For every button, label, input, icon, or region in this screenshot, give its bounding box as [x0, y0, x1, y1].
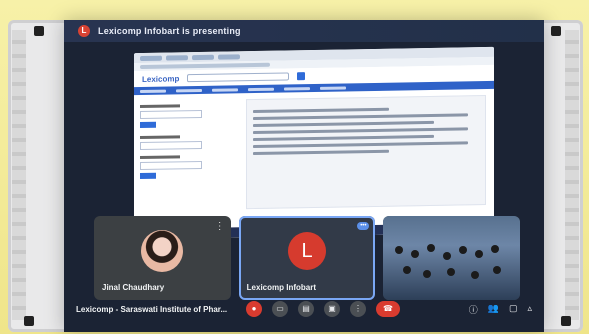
person-head	[427, 244, 436, 252]
board-corner-tl	[34, 26, 44, 36]
microphone-icon[interactable]: ●	[246, 301, 262, 317]
whiteboard-left-edge	[12, 30, 26, 320]
person-head	[447, 268, 456, 276]
person-head	[475, 250, 484, 258]
text-line	[253, 134, 434, 142]
sidebar-field	[140, 109, 202, 120]
person-head	[443, 252, 452, 260]
text-line	[253, 120, 434, 128]
presenting-banner: L Lexicomp Infobart is presenting	[64, 20, 544, 42]
activities-icon[interactable]: ▵	[527, 303, 532, 316]
person-head	[423, 270, 432, 278]
tile-menu-icon[interactable]: ⋮	[215, 222, 225, 232]
call-controls: ● ▭ ▤ ▣ ⋮ ☎	[246, 301, 400, 317]
person-head	[491, 245, 500, 253]
text-line	[253, 127, 468, 135]
presenter-avatar: L	[78, 25, 90, 37]
participant-tiles: ⋮ Jinal Chaudhary L ••• Lexicomp Infobar…	[94, 216, 521, 300]
participant-photo	[141, 230, 184, 272]
info-panel	[246, 94, 486, 210]
participant-tile-active[interactable]: L ••• Lexicomp Infobart	[238, 216, 376, 300]
more-vert-icon[interactable]: ⋮	[350, 301, 366, 317]
nav-item	[176, 88, 202, 92]
nav-item	[320, 85, 346, 90]
site-search-field	[187, 72, 290, 83]
board-corner-br	[561, 316, 571, 326]
sidebar-heading	[140, 135, 180, 140]
chat-icon[interactable]: ▢	[509, 303, 518, 316]
person-head	[395, 246, 404, 254]
sidebar-button	[140, 121, 156, 129]
camera-icon[interactable]: ▭	[272, 301, 288, 317]
site-search-button	[297, 72, 306, 81]
people-icon[interactable]: 👥	[488, 303, 499, 316]
person-head	[471, 271, 480, 279]
person-head	[493, 266, 502, 274]
text-line	[253, 149, 389, 156]
participant-tile[interactable]: ⋮ Jinal Chaudhary	[94, 216, 231, 300]
browser-tab	[166, 54, 188, 61]
whiteboard-right-edge	[565, 30, 579, 320]
speaking-indicator-icon: •••	[357, 222, 370, 230]
end-call-icon[interactable]: ☎	[376, 301, 400, 317]
participant-name: Lexicomp Infobart	[246, 283, 317, 292]
sidebar-field	[140, 140, 202, 151]
board-corner-tr	[551, 26, 561, 36]
person-head	[459, 246, 468, 254]
text-line	[253, 107, 389, 114]
meeting-title: Lexicomp - Saraswati Institute of Phar..…	[76, 304, 228, 314]
shared-screen: Lexicomp	[134, 46, 494, 240]
participant-avatar: L	[288, 232, 326, 270]
presenting-label: Lexicomp Infobart is presenting	[98, 26, 241, 36]
captions-icon[interactable]: ▤	[298, 301, 314, 317]
board-corner-bl	[24, 316, 34, 326]
browser-tab	[218, 53, 240, 60]
projected-meeting-window: L Lexicomp Infobart is presenting Lexico…	[64, 20, 544, 332]
person-head	[411, 250, 420, 258]
nav-item	[212, 87, 238, 92]
classroom-camera-feed	[383, 216, 521, 300]
sidebar-field	[140, 160, 202, 171]
text-line	[253, 113, 468, 121]
sidebar-heading	[140, 155, 180, 160]
participant-tile-camera[interactable]	[383, 216, 521, 300]
sidebar-heading	[140, 104, 180, 109]
site-logo: Lexicomp	[142, 73, 180, 84]
site-content	[134, 89, 494, 219]
browser-tab	[192, 54, 214, 60]
site-main	[238, 89, 494, 217]
meeting-controls: Lexicomp - Saraswati Institute of Phar..…	[64, 296, 544, 322]
info-icon[interactable]: ⓘ	[469, 303, 478, 316]
nav-item	[140, 89, 166, 93]
person-head	[403, 266, 412, 274]
nav-item	[248, 87, 274, 91]
site-sidebar	[134, 93, 238, 219]
participant-name: Jinal Chaudhary	[102, 283, 165, 292]
side-controls: ⓘ 👥 ▢ ▵	[469, 303, 532, 316]
browser-tab	[140, 55, 162, 61]
sidebar-button	[140, 172, 156, 180]
nav-item	[284, 86, 310, 91]
text-line	[253, 141, 468, 149]
present-icon[interactable]: ▣	[324, 301, 340, 317]
